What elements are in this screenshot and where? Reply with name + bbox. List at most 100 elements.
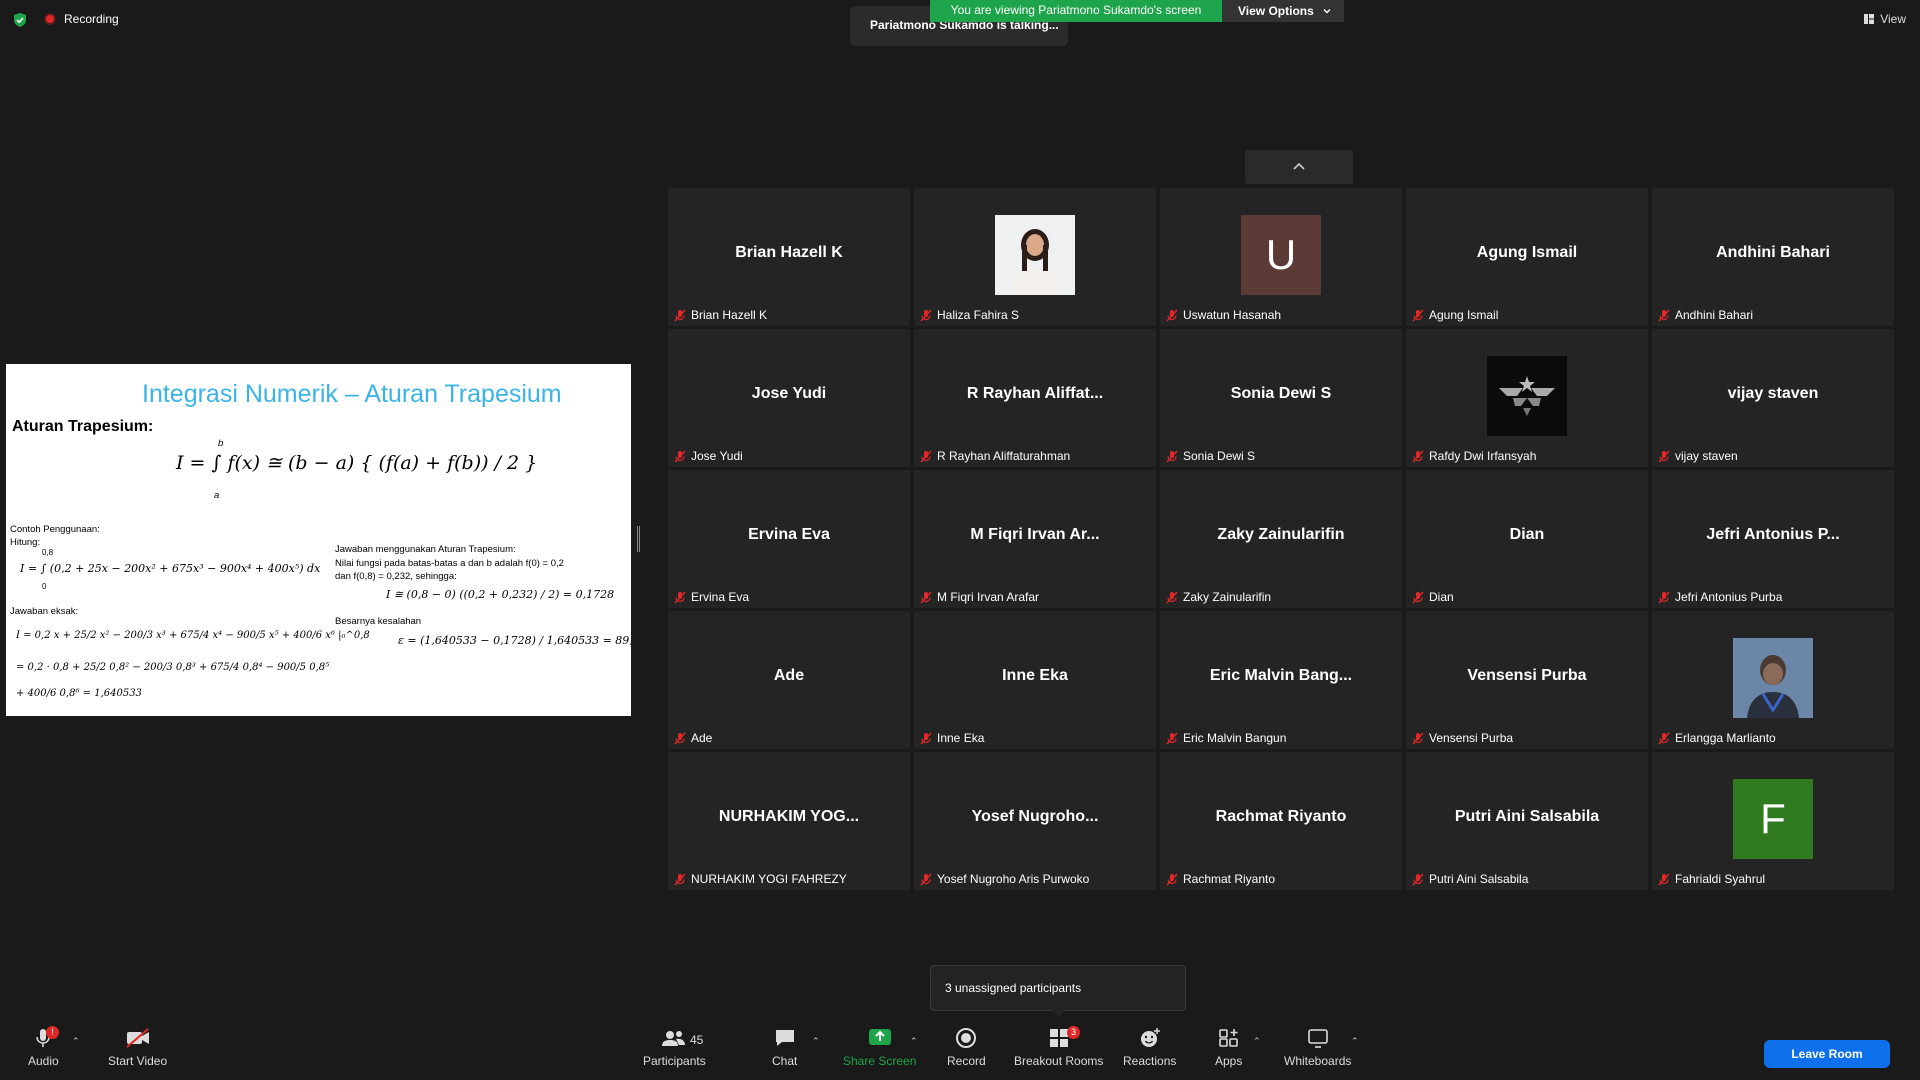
participant-tile[interactable]: Agung Ismail Agung Ismail	[1406, 188, 1648, 326]
breakout-rooms-button[interactable]: Breakout Rooms	[1014, 1026, 1103, 1068]
muted-mic-icon	[1658, 309, 1670, 321]
chevron-up-icon	[1293, 162, 1305, 170]
muted-mic-icon	[920, 873, 932, 885]
apps-label: Apps	[1215, 1054, 1243, 1068]
trapesium-result: I ≅ (0,8 − 0) ((0,2 + 0,232) / 2) = 0,17…	[386, 588, 615, 601]
collapse-gallery-button[interactable]	[1245, 150, 1353, 184]
participant-name-display: Andhini Bahari	[1716, 244, 1830, 261]
participant-tile[interactable]: U Uswatun Hasanah	[1160, 188, 1402, 326]
meeting-toolbar: Audio ! ⌃ Start Video Participants 45 Ch…	[28, 1026, 1359, 1068]
whiteboards-button[interactable]: Whiteboards	[1284, 1026, 1351, 1068]
integral-lower: 0	[42, 582, 47, 591]
breakout-rooms-badge: 3	[1067, 1026, 1080, 1039]
participant-name-label: NURHAKIM YOGI FAHREZY	[674, 872, 847, 886]
grid-view-icon	[1864, 14, 1875, 24]
reactions-label: Reactions	[1123, 1054, 1177, 1068]
leave-room-button[interactable]: Leave Room	[1764, 1040, 1890, 1068]
chat-button[interactable]: Chat	[772, 1026, 797, 1068]
muted-mic-icon	[1166, 309, 1178, 321]
participant-tile[interactable]: NURHAKIM YOG... NURHAKIM YOGI FAHREZY	[668, 752, 910, 890]
participant-tile[interactable]: Rafdy Dwi Irfansyah	[1406, 329, 1648, 467]
participant-photo	[1733, 638, 1813, 718]
participant-name: Rachmat Riyanto	[1183, 872, 1276, 886]
participant-tile[interactable]: Haliza Fahira S	[914, 188, 1156, 326]
participant-tile[interactable]: Sonia Dewi S Sonia Dewi S	[1160, 329, 1402, 467]
participant-name-label: Fahrialdi Syahrul	[1658, 872, 1765, 886]
participant-avatar: F	[1733, 779, 1813, 859]
participant-tile[interactable]: Andhini Bahari Andhini Bahari	[1652, 188, 1894, 326]
participant-tile[interactable]: M Fiqri Irvan Ar... M Fiqri Irvan Arafar	[914, 470, 1156, 608]
participant-name: Inne Eka	[937, 731, 985, 745]
record-label: Record	[947, 1054, 986, 1068]
participant-tile[interactable]: vijay staven vijay staven	[1652, 329, 1894, 467]
participant-name-display: Jose Yudi	[751, 385, 827, 402]
participant-tile[interactable]: Jefri Antonius P... Jefri Antonius Purba	[1652, 470, 1894, 608]
participant-tile[interactable]: Ade Ade	[668, 611, 910, 749]
muted-mic-icon	[1658, 873, 1670, 885]
integral-expression: I = ∫ (0,2 + 25x − 200x² + 675x³ − 900x⁴…	[20, 562, 321, 575]
breakout-rooms-label: Breakout Rooms	[1014, 1054, 1104, 1068]
participant-name-label: Eric Malvin Bangun	[1166, 731, 1286, 745]
shield-icon[interactable]	[12, 12, 28, 28]
nilai-line-1: Nilai fungsi pada batas-batas a dan b ad…	[335, 558, 564, 569]
recording-indicator[interactable]: Recording	[44, 12, 119, 26]
reactions-button[interactable]: Reactions	[1123, 1026, 1176, 1068]
shared-screen[interactable]: Integrasi Numerik – Aturan Trapesium Atu…	[6, 364, 631, 716]
share-screen-icon	[868, 1029, 891, 1045]
participant-name: Eric Malvin Bangun	[1183, 731, 1287, 745]
chat-icon	[775, 1030, 794, 1046]
participant-name-display: Ade	[773, 667, 805, 684]
participant-name: Jefri Antonius Purba	[1675, 590, 1783, 604]
resize-handle[interactable]	[637, 526, 640, 552]
muted-mic-icon	[1166, 873, 1178, 885]
viewing-screen-banner: You are viewing Pariatmono Sukamdo's scr…	[930, 0, 1222, 22]
participant-name-label: Ervina Eva	[674, 590, 749, 604]
participant-tile[interactable]: Inne Eka Inne Eka	[914, 611, 1156, 749]
participant-name-label: vijay staven	[1658, 449, 1738, 463]
participant-tile[interactable]: Erlangga Marlianto	[1652, 611, 1894, 749]
participant-name: Rafdy Dwi Irfansyah	[1429, 449, 1537, 463]
nilai-line-2: dan f(0,8) = 0,232, sehingga:	[335, 571, 457, 582]
participant-name-label: Zaky Zainularifin	[1166, 590, 1271, 604]
view-label: View	[1880, 12, 1906, 26]
unassigned-participants-notice[interactable]: 3 unassigned participants	[930, 965, 1186, 1011]
participant-tile[interactable]: Ervina Eva Ervina Eva	[668, 470, 910, 608]
muted-mic-icon	[1412, 450, 1424, 462]
record-button[interactable]: Record	[947, 1026, 986, 1068]
limit-lower: a	[214, 490, 220, 501]
participant-name-display: Rachmat Riyanto	[1215, 808, 1347, 825]
participant-name-display: Zaky Zainularifin	[1217, 526, 1345, 543]
participant-name: Agung Ismail	[1429, 308, 1499, 322]
participant-name-display: Jefri Antonius P...	[1706, 526, 1840, 543]
participant-tile[interactable]: F Fahrialdi Syahrul	[1652, 752, 1894, 890]
integral-upper: 0,8	[42, 548, 54, 557]
participant-name: Zaky Zainularifin	[1183, 590, 1272, 604]
participant-tile[interactable]: Jose Yudi Jose Yudi	[668, 329, 910, 467]
participant-tile[interactable]: Dian Dian	[1406, 470, 1648, 608]
participant-tile[interactable]: Putri Aini Salsabila Putri Aini Salsabila	[1406, 752, 1648, 890]
participant-tile[interactable]: Yosef Nugroho... Yosef Nugroho Aris Purwo…	[914, 752, 1156, 890]
muted-mic-icon	[920, 450, 932, 462]
start-video-button[interactable]: Start Video	[108, 1026, 167, 1068]
muted-mic-icon	[1658, 450, 1670, 462]
participant-tile[interactable]: Vensensi Purba Vensensi Purba	[1406, 611, 1648, 749]
participant-tile[interactable]: Brian Hazell K Brian Hazell K	[668, 188, 910, 326]
jawaban-trapesium-label: Jawaban menggunakan Aturan Trapesium:	[335, 544, 516, 555]
participant-name-label: Haliza Fahira S	[920, 308, 1019, 322]
participant-name: Ade	[691, 731, 713, 745]
view-button[interactable]: View	[1863, 12, 1906, 26]
participant-name-label: Yosef Nugroho Aris Purwoko	[920, 872, 1089, 886]
view-options-button[interactable]: View Options	[1222, 0, 1344, 22]
share-screen-button[interactable]: Share Screen	[843, 1026, 916, 1068]
main-formula: I = ∫ f(x) ≅ (b − a) { (f(a) + f(b)) / 2…	[176, 452, 538, 474]
participant-tile[interactable]: Rachmat Riyanto Rachmat Riyanto	[1160, 752, 1402, 890]
apps-button[interactable]: Apps	[1215, 1026, 1242, 1068]
share-screen-label: Share Screen	[843, 1054, 917, 1068]
chat-label: Chat	[772, 1054, 798, 1068]
participant-tile[interactable]: Zaky Zainularifin Zaky Zainularifin	[1160, 470, 1402, 608]
participant-tile[interactable]: R Rayhan Aliffat... R Rayhan Aliffaturahm…	[914, 329, 1156, 467]
participant-name-display: NURHAKIM YOG...	[718, 808, 860, 825]
participant-name: Brian Hazell K	[691, 308, 768, 322]
participant-tile[interactable]: Eric Malvin Bang... Eric Malvin Bangun	[1160, 611, 1402, 749]
participant-name-label: Inne Eka	[920, 731, 984, 745]
